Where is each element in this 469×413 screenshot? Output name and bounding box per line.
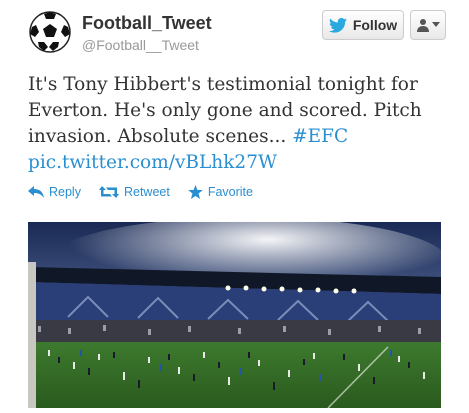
user-handle[interactable]: @Football__Tweet [82,37,199,53]
avatar[interactable] [28,10,72,54]
reply-icon [28,186,44,198]
person-icon [417,19,429,32]
twitter-bird-icon [328,17,347,33]
tweet-photo[interactable] [28,217,448,409]
follow-label: Follow [352,17,398,33]
tweet-line: It's Tony Hibbert's testimonial tonight … [28,74,418,95]
favorite-button[interactable]: Favorite [188,185,253,199]
media-link[interactable]: pic.twitter.com/vBLhk27W [28,150,458,176]
tweet-text: It's Tony Hibbert's testimonial tonight … [28,72,458,176]
favorite-label: Favorite [207,185,253,199]
retweet-label: Retweet [123,185,170,199]
display-name[interactable]: Football_Tweet [82,13,212,34]
hashtag-link[interactable]: #EFC [292,126,348,147]
user-actions-dropdown[interactable] [410,10,446,40]
reply-label: Reply [49,185,81,199]
caret-down-icon [432,22,440,27]
follow-button[interactable]: Follow [322,10,404,40]
football-icon [29,11,71,53]
retweet-icon [98,186,119,198]
retweet-button[interactable]: Retweet [98,185,170,199]
tweet-line-text: invasion. Absolute scenes... [28,126,293,147]
tweet-line: Everton. He's only gone and scored. Pitc… [28,100,422,121]
tweet-line: invasion. Absolute scenes... #EFC [28,124,458,150]
tweet-actions: Reply Retweet Favorite [28,185,253,199]
star-icon [188,185,203,199]
reply-button[interactable]: Reply [28,185,81,199]
stadium-photo-image [28,217,448,409]
